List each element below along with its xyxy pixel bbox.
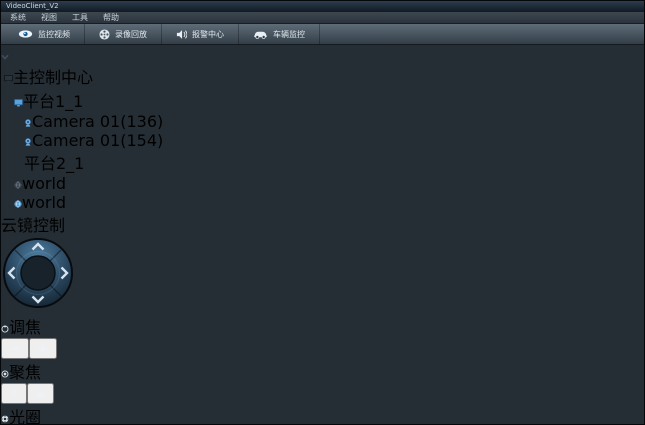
- control-center-icon: [4, 75, 13, 83]
- focus-near-button[interactable]: [1, 383, 27, 404]
- device-tree: 主控制中心平台1_1Camera 01(136)Camera 01(154) 平台…: [1, 64, 644, 212]
- ptz-dpad[interactable]: [1, 236, 644, 314]
- ptz-panel-header: 云镜控制: [1, 212, 644, 236]
- ptz-dpad-icon[interactable]: [1, 236, 75, 310]
- menu-item-3[interactable]: 工具: [72, 12, 88, 23]
- globe-blue-icon: [14, 200, 22, 208]
- tree-node-label: Camera 01(136): [32, 112, 163, 131]
- tree-node-label: Camera 01(154): [32, 131, 163, 150]
- zoom-dial-icon: [1, 325, 9, 333]
- iris-dial-icon: [1, 415, 9, 423]
- speaker-icon: [176, 29, 187, 40]
- globe-dark-icon: [14, 181, 22, 189]
- combo-dropdown-button[interactable]: [1, 45, 644, 64]
- ptz-control-row-1: 调焦: [1, 314, 644, 359]
- tree-node-7[interactable]: world: [1, 193, 644, 212]
- nav-tab-3[interactable]: 报警中心: [162, 24, 239, 44]
- menu-item-1[interactable]: 系统: [10, 12, 26, 23]
- sidebar: 主控制中心平台1_1Camera 01(136)Camera 01(154) 平台…: [1, 45, 644, 425]
- tree-node-4[interactable]: Camera 01(154): [1, 131, 644, 150]
- eye-icon: [18, 30, 33, 38]
- chevron-down-icon: [1, 54, 9, 60]
- platform-icon: [14, 99, 23, 107]
- car-icon: [253, 30, 268, 39]
- tree-node-3[interactable]: Camera 01(136): [1, 112, 644, 131]
- menu-bar: 系统 视图 工具 帮助: [1, 12, 644, 24]
- tree-node-label: 主控制中心: [13, 68, 93, 87]
- tree-node-1[interactable]: 主控制中心: [1, 64, 644, 88]
- ptz-panel: 调焦聚焦光圈灯光: [1, 236, 644, 425]
- window-title: VideoClient_V2: [6, 2, 59, 10]
- focus-near-icon: [9, 388, 19, 398]
- tree-node-label: world: [22, 193, 66, 212]
- nav-tab-4[interactable]: 车辆监控: [239, 24, 320, 44]
- film-icon: [99, 29, 110, 40]
- camera-icon: [24, 138, 32, 146]
- nav-tab-2[interactable]: 录像回放: [85, 24, 162, 44]
- app-window: VideoClient_V2 系统 视图 工具 帮助 监控视频 录像回放 报警中心 车辆监控…: [0, 0, 645, 425]
- ptz-control-label: 光圈: [1, 404, 644, 425]
- title-bar: VideoClient_V2: [1, 1, 644, 12]
- menu-item-2[interactable]: 视图: [41, 12, 57, 23]
- tree-node-label: world: [22, 174, 66, 193]
- ptz-control-row-2: 聚焦: [1, 359, 644, 404]
- tree-node-5[interactable]: 平台2_1: [1, 150, 644, 174]
- tree-node-6[interactable]: world: [1, 174, 644, 193]
- minus-icon: [9, 344, 21, 353]
- nav-tab-label: 录像回放: [115, 29, 147, 40]
- minus-button[interactable]: [1, 338, 29, 359]
- ptz-control-row-3: 光圈: [1, 404, 644, 425]
- menu-item-4[interactable]: 帮助: [103, 12, 119, 23]
- ptz-control-label: 调焦: [1, 314, 644, 338]
- nav-tab-1[interactable]: 监控视频: [4, 24, 85, 44]
- focus-dial-icon: [1, 370, 9, 378]
- nav-tab-label: 车辆监控: [273, 29, 305, 40]
- plus-button[interactable]: [29, 338, 57, 359]
- tree-node-label: 平台2_1: [24, 154, 84, 173]
- tree-node-label: 平台1_1: [23, 92, 83, 111]
- device-combobox[interactable]: [1, 45, 644, 64]
- plus-icon: [37, 344, 49, 353]
- nav-tab-label: 报警中心: [192, 29, 224, 40]
- nav-tab-label: 监控视频: [38, 29, 70, 40]
- focus-far-button[interactable]: [27, 383, 54, 404]
- camera-icon: [24, 119, 32, 127]
- ptz-control-label: 聚焦: [1, 359, 644, 383]
- main-nav-tabs: 监控视频 录像回放 报警中心 车辆监控: [1, 24, 644, 45]
- focus-far-icon: [35, 388, 46, 398]
- tree-node-2[interactable]: 平台1_1: [1, 88, 644, 112]
